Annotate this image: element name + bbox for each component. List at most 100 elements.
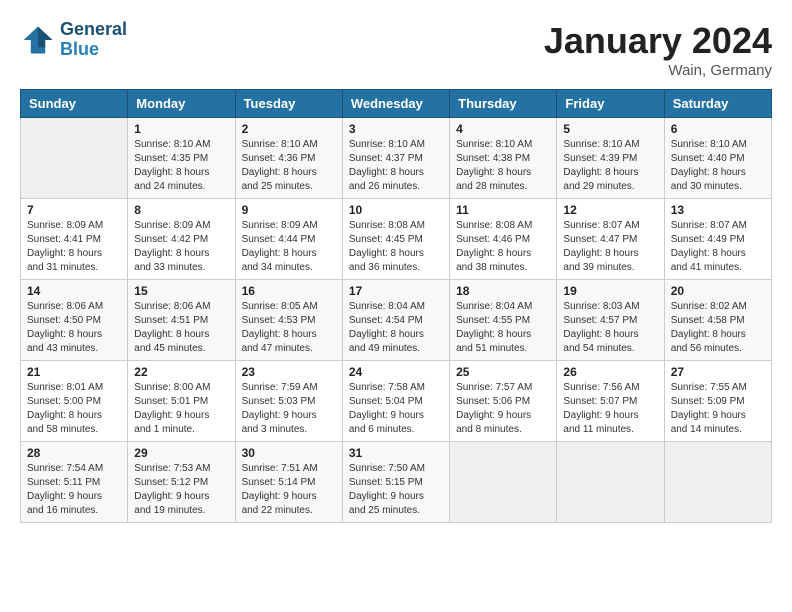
location-subtitle: Wain, Germany bbox=[544, 62, 772, 79]
day-info: Sunrise: 8:09 AM Sunset: 4:44 PM Dayligh… bbox=[242, 219, 336, 275]
calendar-cell: 29 Sunrise: 7:53 AM Sunset: 5:12 PM Dayli… bbox=[128, 442, 235, 523]
day-info: Sunrise: 7:56 AM Sunset: 5:07 PM Dayligh… bbox=[563, 381, 657, 437]
weekday-header-sunday: Sunday bbox=[21, 90, 128, 118]
calendar-cell: 26 Sunrise: 7:56 AM Sunset: 5:07 PM Dayli… bbox=[557, 361, 664, 442]
day-info: Sunrise: 8:04 AM Sunset: 4:54 PM Dayligh… bbox=[349, 300, 443, 356]
day-info: Sunrise: 8:10 AM Sunset: 4:37 PM Dayligh… bbox=[349, 138, 443, 194]
calendar-cell: 1Sunrise: 8:10 AM Sunset: 4:35 PM Daylig… bbox=[128, 118, 235, 199]
calendar-cell: 20Sunrise: 8:02 AM Sunset: 4:58 PM Dayli… bbox=[664, 280, 771, 361]
calendar-cell bbox=[21, 118, 128, 199]
calendar-cell: 28 Sunrise: 7:54 AM Sunset: 5:11 PM Dayli… bbox=[21, 442, 128, 523]
day-info: Sunrise: 7:53 AM Sunset: 5:12 PM Dayligh… bbox=[134, 462, 228, 518]
calendar-week-1: 1Sunrise: 8:10 AM Sunset: 4:35 PM Daylig… bbox=[21, 118, 772, 199]
day-number: 17 bbox=[349, 284, 443, 298]
calendar-week-2: 7 Sunrise: 8:09 AM Sunset: 4:41 PM Daylig… bbox=[21, 199, 772, 280]
calendar-cell: 23Sunrise: 7:59 AM Sunset: 5:03 PM Dayli… bbox=[235, 361, 342, 442]
day-info: Sunrise: 8:04 AM Sunset: 4:55 PM Dayligh… bbox=[456, 300, 550, 356]
day-number: 22 bbox=[134, 365, 228, 379]
day-number: 18 bbox=[456, 284, 550, 298]
day-number: 26 bbox=[563, 365, 657, 379]
day-number: 20 bbox=[671, 284, 765, 298]
calendar-cell: 21 Sunrise: 8:01 AM Sunset: 5:00 PM Dayli… bbox=[21, 361, 128, 442]
day-info: Sunrise: 8:08 AM Sunset: 4:45 PM Dayligh… bbox=[349, 219, 443, 275]
calendar-cell: 31 Sunrise: 7:50 AM Sunset: 5:15 PM Dayli… bbox=[342, 442, 449, 523]
day-number: 9 bbox=[242, 203, 336, 217]
day-info: Sunrise: 8:09 AM Sunset: 4:42 PM Dayligh… bbox=[134, 219, 228, 275]
day-number: 21 bbox=[27, 365, 121, 379]
day-number: 12 bbox=[563, 203, 657, 217]
day-info: Sunrise: 8:05 AM Sunset: 4:53 PM Dayligh… bbox=[242, 300, 336, 356]
calendar-cell: 3 Sunrise: 8:10 AM Sunset: 4:37 PM Daylig… bbox=[342, 118, 449, 199]
day-info: Sunrise: 7:51 AM Sunset: 5:14 PM Dayligh… bbox=[242, 462, 336, 518]
day-info: Sunrise: 8:03 AM Sunset: 4:57 PM Dayligh… bbox=[563, 300, 657, 356]
day-info: Sunrise: 8:07 AM Sunset: 4:47 PM Dayligh… bbox=[563, 219, 657, 275]
weekday-header-tuesday: Tuesday bbox=[235, 90, 342, 118]
calendar-cell: 2Sunrise: 8:10 AM Sunset: 4:36 PM Daylig… bbox=[235, 118, 342, 199]
calendar-week-5: 28 Sunrise: 7:54 AM Sunset: 5:11 PM Dayli… bbox=[21, 442, 772, 523]
calendar-cell: 5Sunrise: 8:10 AM Sunset: 4:39 PM Daylig… bbox=[557, 118, 664, 199]
weekday-header-monday: Monday bbox=[128, 90, 235, 118]
day-info: Sunrise: 8:09 AM Sunset: 4:41 PM Dayligh… bbox=[27, 219, 121, 275]
day-info: Sunrise: 7:55 AM Sunset: 5:09 PM Dayligh… bbox=[671, 381, 765, 437]
day-info: Sunrise: 7:58 AM Sunset: 5:04 PM Dayligh… bbox=[349, 381, 443, 437]
day-info: Sunrise: 8:10 AM Sunset: 4:35 PM Dayligh… bbox=[134, 138, 228, 194]
calendar-cell: 8Sunrise: 8:09 AM Sunset: 4:42 PM Daylig… bbox=[128, 199, 235, 280]
calendar-cell: 10Sunrise: 8:08 AM Sunset: 4:45 PM Dayli… bbox=[342, 199, 449, 280]
weekday-header-saturday: Saturday bbox=[664, 90, 771, 118]
day-info: Sunrise: 8:00 AM Sunset: 5:01 PM Dayligh… bbox=[134, 381, 228, 437]
calendar-cell: 22 Sunrise: 8:00 AM Sunset: 5:01 PM Dayli… bbox=[128, 361, 235, 442]
day-number: 14 bbox=[27, 284, 121, 298]
calendar-cell: 6Sunrise: 8:10 AM Sunset: 4:40 PM Daylig… bbox=[664, 118, 771, 199]
day-number: 3 bbox=[349, 122, 443, 136]
calendar-cell: 25Sunrise: 7:57 AM Sunset: 5:06 PM Dayli… bbox=[450, 361, 557, 442]
day-number: 28 bbox=[27, 446, 121, 460]
day-number: 6 bbox=[671, 122, 765, 136]
calendar-cell: 4Sunrise: 8:10 AM Sunset: 4:38 PM Daylig… bbox=[450, 118, 557, 199]
logo-icon bbox=[20, 22, 56, 58]
day-number: 7 bbox=[27, 203, 121, 217]
day-number: 5 bbox=[563, 122, 657, 136]
calendar-cell: 14 Sunrise: 8:06 AM Sunset: 4:50 PM Dayli… bbox=[21, 280, 128, 361]
calendar-table: SundayMondayTuesdayWednesdayThursdayFrid… bbox=[20, 89, 772, 523]
logo: General Blue bbox=[20, 20, 127, 60]
day-number: 15 bbox=[134, 284, 228, 298]
calendar-header: SundayMondayTuesdayWednesdayThursdayFrid… bbox=[21, 90, 772, 118]
weekday-header-wednesday: Wednesday bbox=[342, 90, 449, 118]
logo-text: General Blue bbox=[60, 20, 127, 60]
day-info: Sunrise: 8:07 AM Sunset: 4:49 PM Dayligh… bbox=[671, 219, 765, 275]
calendar-cell bbox=[557, 442, 664, 523]
day-number: 25 bbox=[456, 365, 550, 379]
day-info: Sunrise: 7:59 AM Sunset: 5:03 PM Dayligh… bbox=[242, 381, 336, 437]
day-info: Sunrise: 8:08 AM Sunset: 4:46 PM Dayligh… bbox=[456, 219, 550, 275]
calendar-cell: 15 Sunrise: 8:06 AM Sunset: 4:51 PM Dayli… bbox=[128, 280, 235, 361]
day-info: Sunrise: 8:01 AM Sunset: 5:00 PM Dayligh… bbox=[27, 381, 121, 437]
day-number: 27 bbox=[671, 365, 765, 379]
calendar-cell: 11 Sunrise: 8:08 AM Sunset: 4:46 PM Dayli… bbox=[450, 199, 557, 280]
day-number: 24 bbox=[349, 365, 443, 379]
day-number: 31 bbox=[349, 446, 443, 460]
calendar-cell: 27 Sunrise: 7:55 AM Sunset: 5:09 PM Dayli… bbox=[664, 361, 771, 442]
day-number: 4 bbox=[456, 122, 550, 136]
day-number: 30 bbox=[242, 446, 336, 460]
title-block: January 2024 Wain, Germany bbox=[544, 20, 772, 79]
day-info: Sunrise: 7:50 AM Sunset: 5:15 PM Dayligh… bbox=[349, 462, 443, 518]
calendar-cell: 30 Sunrise: 7:51 AM Sunset: 5:14 PM Dayli… bbox=[235, 442, 342, 523]
calendar-body: 1Sunrise: 8:10 AM Sunset: 4:35 PM Daylig… bbox=[21, 118, 772, 523]
calendar-week-4: 21 Sunrise: 8:01 AM Sunset: 5:00 PM Dayli… bbox=[21, 361, 772, 442]
calendar-cell: 18 Sunrise: 8:04 AM Sunset: 4:55 PM Dayli… bbox=[450, 280, 557, 361]
day-number: 2 bbox=[242, 122, 336, 136]
day-number: 13 bbox=[671, 203, 765, 217]
day-number: 11 bbox=[456, 203, 550, 217]
calendar-cell: 12 Sunrise: 8:07 AM Sunset: 4:47 PM Dayli… bbox=[557, 199, 664, 280]
calendar-cell: 7 Sunrise: 8:09 AM Sunset: 4:41 PM Daylig… bbox=[21, 199, 128, 280]
logo-line1: General bbox=[60, 20, 127, 40]
calendar-cell: 9 Sunrise: 8:09 AM Sunset: 4:44 PM Daylig… bbox=[235, 199, 342, 280]
calendar-cell: 17 Sunrise: 8:04 AM Sunset: 4:54 PM Dayli… bbox=[342, 280, 449, 361]
day-info: Sunrise: 8:06 AM Sunset: 4:51 PM Dayligh… bbox=[134, 300, 228, 356]
day-info: Sunrise: 7:54 AM Sunset: 5:11 PM Dayligh… bbox=[27, 462, 121, 518]
day-number: 19 bbox=[563, 284, 657, 298]
day-info: Sunrise: 8:06 AM Sunset: 4:50 PM Dayligh… bbox=[27, 300, 121, 356]
calendar-cell bbox=[664, 442, 771, 523]
month-title: January 2024 bbox=[544, 20, 772, 62]
day-number: 29 bbox=[134, 446, 228, 460]
